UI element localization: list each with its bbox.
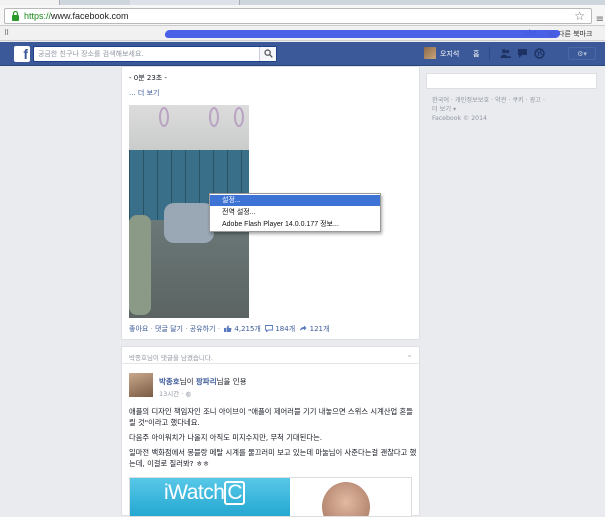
like-link[interactable]: 좋아요 (129, 325, 148, 333)
page-link[interactable]: 팡파리 (196, 377, 217, 386)
post-body: 애플의 디자인 책임자인 조니 아이브이 "애플이 제어러블 기기 내놓으면 스… (129, 406, 419, 473)
profile-link[interactable]: 오지석 (440, 49, 459, 59)
post-paragraph: 일마전 백화점에서 몽블랑 메탈 시계를 물끄러미 보고 있는데 마눌님이 사준… (129, 448, 417, 468)
context-menu-about-flash[interactable]: Adobe Flash Player 14.0.0.177 정보... (210, 219, 380, 230)
bookmark-star-icon[interactable]: ☆ (574, 9, 585, 23)
avatar[interactable] (129, 373, 153, 397)
friend-requests-icon[interactable] (500, 48, 511, 59)
comment-icon (265, 325, 274, 332)
share-icon (300, 325, 307, 331)
image-caption-text: iWatch C (164, 481, 246, 505)
facebook-logo-icon[interactable]: f (14, 46, 30, 62)
search-input[interactable] (34, 47, 260, 61)
avatar[interactable] (424, 47, 436, 59)
see-more-link[interactable]: ... 더 보기 (129, 88, 159, 98)
right-column-search-box[interactable] (426, 73, 597, 89)
post-text: - 0분 23초 - (129, 74, 167, 82)
thumbs-up-icon (224, 325, 232, 332)
video-frame-figure (164, 203, 214, 243)
comment-count[interactable]: 184개 (275, 325, 295, 333)
flash-context-menu: 설정... 전역 설정... Adobe Flash Player 14.0.0… (209, 193, 381, 232)
author-link[interactable]: 박종호 (159, 377, 180, 386)
home-link[interactable]: 홈 (473, 49, 479, 59)
story-activity-header: 박종호님이 댓글을 남겼습니다. ⌄ (122, 347, 419, 364)
search-box (33, 46, 277, 62)
apps-grid-icon[interactable]: ⠿ (4, 29, 9, 37)
post-paragraph: 다음주 아이워치가 나올지 아직도 미지수지만, 무척 기대된다는. (129, 433, 323, 442)
chevron-down-icon[interactable]: ⌄ (406, 350, 413, 359)
notifications-globe-icon[interactable] (534, 48, 545, 59)
browser-menu-icon[interactable]: ≡ (596, 14, 604, 25)
copyright-text: Facebook © 2014 (432, 115, 487, 122)
footer-links-row[interactable]: 한국어 · 개인정보보호 · 약관 · 쿠키 · 광고 · (432, 96, 592, 105)
share-link[interactable]: 공유하기 (190, 325, 216, 333)
lock-icon (12, 11, 19, 21)
footer-more-link[interactable]: 더 보기 ▾ (432, 105, 592, 114)
account-settings-button[interactable]: ⚙▾ (568, 47, 596, 60)
post-paragraph: 애플의 디자인 책임자인 조니 아이브이 "애플이 제어러블 기기 내놓으면 스… (129, 407, 413, 427)
nav-divider (489, 47, 490, 60)
redaction-scribble (164, 30, 561, 38)
context-menu-settings[interactable]: 설정... (210, 195, 380, 206)
story-actions: 좋아요 · 댓글 달기 · 공유하기 · 4,215개 184개 121개 (129, 325, 330, 333)
share-count[interactable]: 121개 (310, 325, 330, 333)
context-menu-global-settings[interactable]: 전역 설정... (210, 207, 380, 218)
messages-icon[interactable] (517, 48, 528, 59)
search-icon (264, 49, 273, 58)
feed-story-shared: 박종호님이 댓글을 남겼습니다. ⌄ 박종호님이 팡파리님을 인용 13시간 ·… (121, 346, 420, 517)
url-text: https://www.facebook.com (24, 11, 129, 21)
browser-toolbar: https://www.facebook.com ☆ ≡ (0, 5, 605, 26)
post-image[interactable]: iWatch C (129, 477, 412, 517)
search-button[interactable] (259, 47, 276, 61)
like-count[interactable]: 4,215개 (234, 325, 260, 333)
image-portrait (322, 482, 370, 516)
footer-links: 한국어 · 개인정보보호 · 약관 · 쿠키 · 광고 · 더 보기 ▾ Fac… (432, 96, 592, 123)
video-frame-ceiling (129, 105, 249, 153)
facebook-top-bar: f 오지석 홈 ⚙▾ (0, 42, 605, 66)
address-bar[interactable]: https://www.facebook.com ☆ (4, 8, 592, 24)
activity-text: 박종호님이 댓글을 남겼습니다. (129, 354, 213, 362)
story-author-line: 박종호님이 팡파리님을 인용 (159, 377, 247, 386)
video-frame-person (129, 215, 151, 315)
globe-icon: ◍ (185, 390, 192, 398)
comment-link[interactable]: 댓글 달기 (155, 325, 183, 333)
post-timestamp[interactable]: 13시간 · ◍ (159, 388, 191, 398)
